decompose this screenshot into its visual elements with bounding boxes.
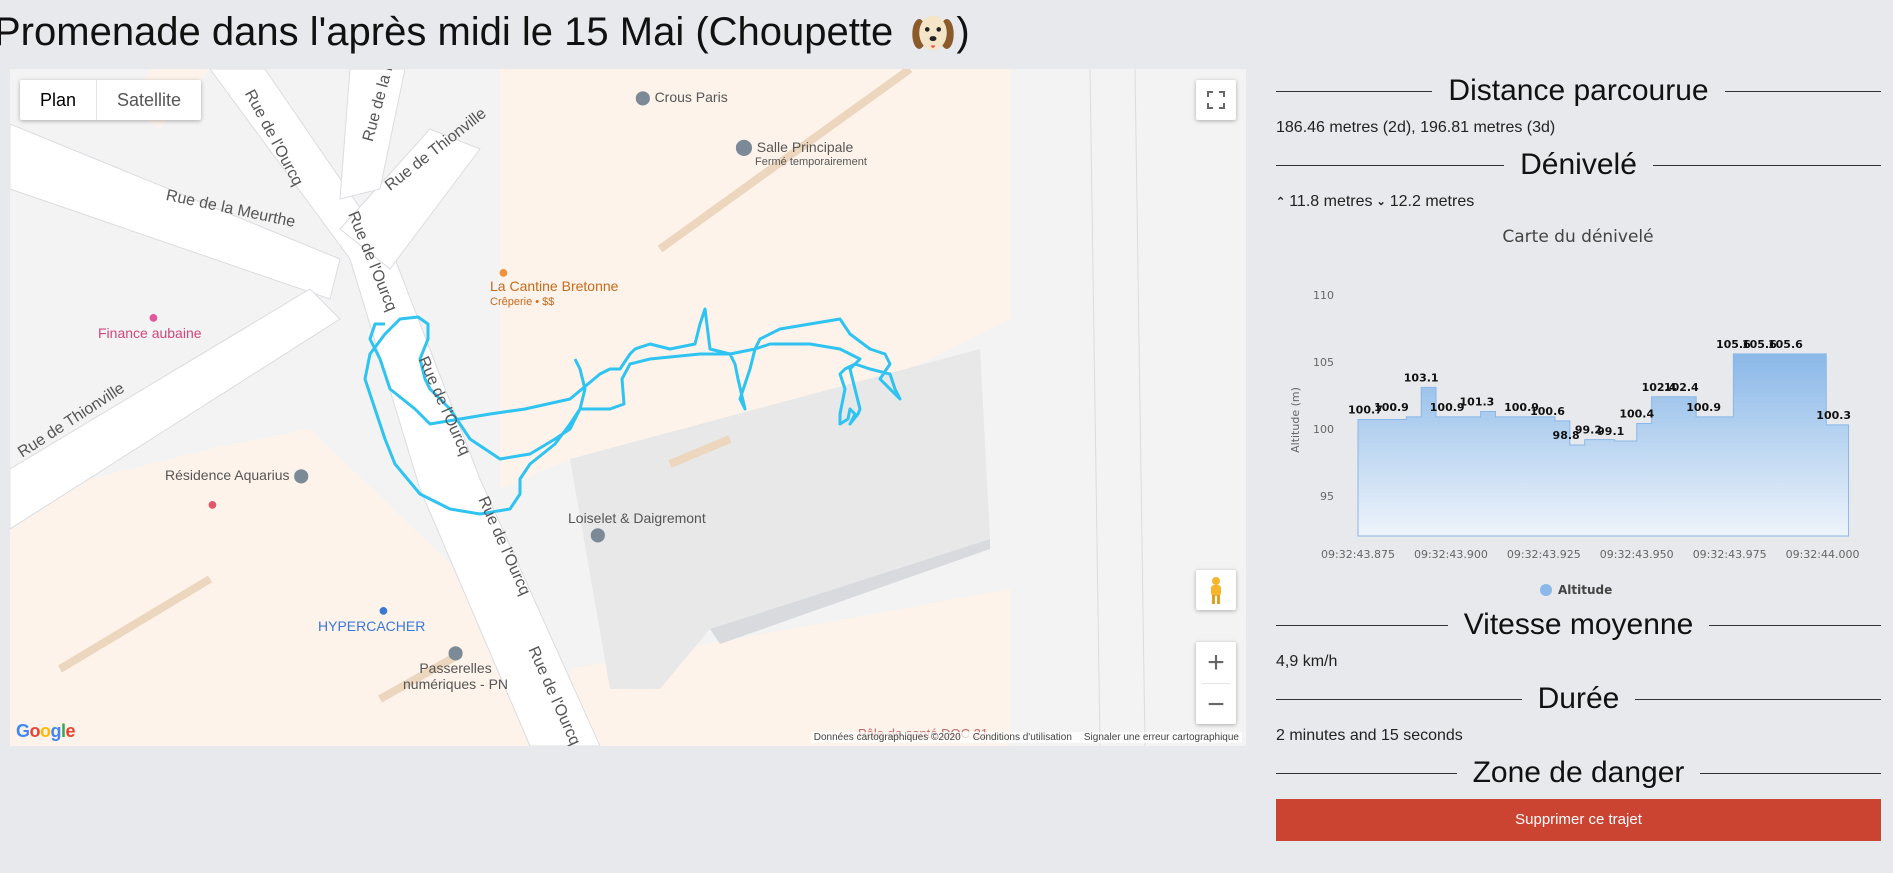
map[interactable]: Rue de l'Ourcq Rue de la Mar Rue de Thio…: [10, 69, 1246, 746]
x-tick-label: 09:32:44.000: [1786, 548, 1860, 561]
terms-link[interactable]: Conditions d'utilisation: [973, 732, 1072, 743]
speed-value: 4,9 km/h: [1276, 653, 1338, 670]
x-tick-label: 09:32:43.925: [1507, 548, 1581, 561]
map-canvas[interactable]: [10, 69, 1246, 746]
fullscreen-button[interactable]: [1196, 80, 1236, 120]
legend-label: Altitude: [1558, 583, 1612, 597]
y-tick-label: 110: [1313, 289, 1334, 302]
distance-section-heading: Distance parcourue: [1276, 69, 1881, 113]
place-pin-icon: ⬤: [735, 139, 753, 156]
poi-residence[interactable]: Résidence Aquarius ⬤: [165, 467, 309, 484]
plus-icon: +: [1207, 645, 1225, 679]
report-error-link[interactable]: Signaler une erreur cartographique: [1084, 732, 1239, 743]
denivele-values: ⌃ 11.8 metres ⌄ 12.2 metres: [1276, 187, 1881, 217]
map-type-satellite-button[interactable]: Satellite: [97, 80, 201, 120]
poi-passerelles[interactable]: ⬤ Passerelles numériques - PN: [403, 644, 508, 692]
y-tick-label: 95: [1320, 490, 1334, 503]
poi-cantine[interactable]: ● La Cantine Bretonne Crêperie • $$: [490, 262, 618, 309]
map-data-credit: Données cartographiques ©2020: [813, 732, 961, 743]
minus-icon: −: [1207, 687, 1225, 721]
elevation-chart: Carte du dénivelé Altitude (m) 95 100 105 110…: [1276, 217, 1881, 603]
place-pin-icon: ⬤: [635, 89, 651, 105]
data-label: 103.1: [1404, 371, 1439, 384]
data-label: 100.4: [1619, 408, 1654, 421]
place-pin-icon: ⬤: [447, 644, 464, 660]
chevron-down-icon: ⌄: [1376, 196, 1386, 208]
map-attribution: Données cartographiques ©2020 Conditions…: [810, 732, 1242, 743]
zoom-in-button[interactable]: +: [1196, 642, 1236, 683]
duration-section-heading: Durée: [1276, 677, 1881, 721]
poi-salle[interactable]: ⬤ Salle Principale Fermé temporairement: [735, 139, 867, 169]
duration-value: 2 minutes and 15 seconds: [1276, 727, 1463, 744]
x-tick-label: 09:32:43.900: [1414, 548, 1488, 561]
cart-pin-icon: ●: [378, 600, 389, 620]
place-pin-icon: ⬤: [590, 526, 606, 542]
chart-title: Carte du dénivelé: [1502, 227, 1653, 247]
denivele-section-heading: Dénivelé: [1276, 143, 1882, 187]
data-label: 105.6: [1768, 338, 1803, 351]
y-axis-label: Altitude (m): [1289, 387, 1302, 453]
y-tick-label: 105: [1313, 356, 1334, 369]
data-label: 100.9: [1686, 401, 1721, 414]
x-tick-label: 09:32:43.950: [1600, 548, 1674, 561]
data-label: 101.3: [1460, 395, 1495, 408]
zoom-control[interactable]: + −: [1196, 642, 1236, 724]
restaurant-pin-icon: ●: [498, 262, 509, 282]
speed-section-heading: Vitesse moyenne: [1276, 603, 1881, 647]
data-label: 100.9: [1374, 401, 1409, 414]
place-pin-icon: ⬤: [293, 467, 310, 483]
trip-details-panel: Distance parcourue 186.46 metres (2d), 1…: [1276, 69, 1882, 841]
danger-zone-heading: Zone de danger: [1276, 751, 1881, 795]
y-tick-label: 100: [1313, 423, 1334, 436]
poi-hypercacher[interactable]: ● HYPERCACHER: [318, 600, 425, 634]
poi-loiselet[interactable]: Loiselet & Daigremont ⬤: [568, 510, 706, 542]
x-tick-label: 09:32:43.875: [1321, 548, 1395, 561]
denivele-up-value: 11.8 metres: [1289, 193, 1373, 210]
denivele-down-value: 12.2 metres: [1389, 193, 1475, 210]
page-title: Promenade dans l'après midi le 15 Mai (C…: [0, 10, 970, 57]
data-label: 100.3: [1816, 409, 1851, 422]
poi-finance[interactable]: ● Finance aubaine: [98, 307, 202, 341]
fullscreen-icon: [1207, 91, 1225, 109]
data-label: 102.4: [1664, 381, 1699, 394]
map-type-plan-button[interactable]: Plan: [20, 80, 98, 120]
poi-crous[interactable]: ⬤ Crous Paris: [635, 89, 728, 106]
shop-pin-icon: ●: [148, 307, 159, 327]
street-view-pegman-button[interactable]: [1196, 570, 1236, 610]
hotel-pin-icon: ●: [207, 494, 218, 514]
legend-swatch: [1540, 584, 1552, 596]
page-title-close: ): [956, 10, 970, 54]
data-label: 100.6: [1530, 405, 1565, 418]
pegman-icon: [1211, 577, 1221, 604]
x-tick-label: 09:32:43.975: [1693, 548, 1767, 561]
dog-emoji-icon: [912, 16, 955, 51]
zoom-out-button[interactable]: −: [1196, 684, 1236, 725]
chevron-up-icon: ⌃: [1276, 196, 1286, 208]
elevation-chart-svg: Carte du dénivelé Altitude (m) 95 100 105 110…: [1289, 227, 1860, 597]
google-logo: Google: [16, 721, 76, 741]
data-label: 99.1: [1597, 425, 1624, 438]
delete-trip-button[interactable]: Supprimer ce trajet: [1276, 799, 1881, 841]
map-type-control[interactable]: Plan Satellite: [20, 80, 202, 120]
distance-value: 186.46 metres (2d), 196.81 metres (3d): [1276, 119, 1556, 136]
